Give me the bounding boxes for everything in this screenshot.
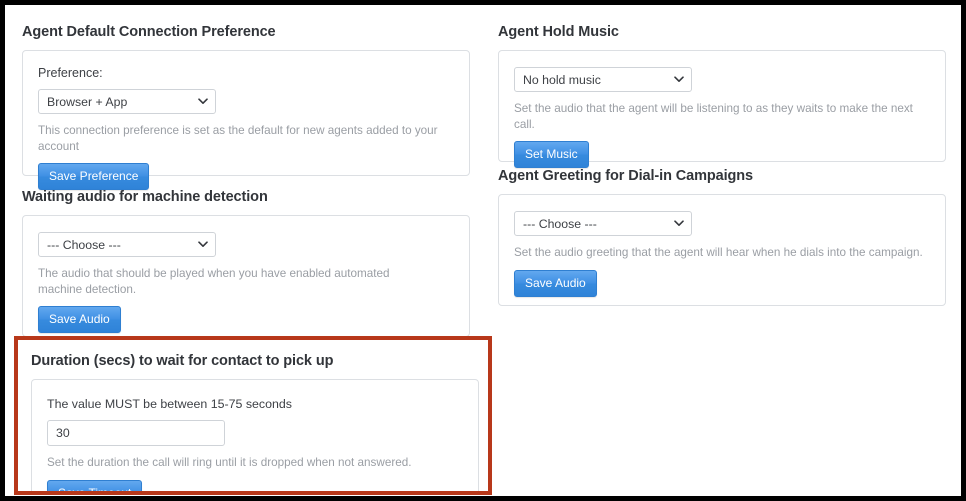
connection-preference-card: Preference: Browser + App This connectio… xyxy=(22,50,470,190)
section-agent-default-connection-preference: Agent Default Connection Preference Pref… xyxy=(5,23,523,190)
agent-greeting-select-wrap: --- Choose --- xyxy=(514,211,692,236)
highlighted-region-duration: Duration (secs) to wait for contact to p… xyxy=(14,336,492,495)
duration-seconds-input[interactable] xyxy=(47,420,225,446)
save-audio-machine-detection-button[interactable]: Save Audio xyxy=(38,306,121,333)
set-music-button[interactable]: Set Music xyxy=(514,141,589,168)
hold-music-select[interactable]: No hold music xyxy=(514,67,692,92)
section-title: Agent Greeting for Dial-in Campaigns xyxy=(498,168,754,184)
left-column: Agent Default Connection Preference Pref… xyxy=(5,5,492,496)
section-waiting-audio-machine-detection: Waiting audio for machine detection --- … xyxy=(5,188,523,337)
duration-card: The value MUST be between 15-75 seconds … xyxy=(31,379,479,491)
duration-help-text: Set the duration the call will ring unti… xyxy=(47,456,412,469)
hold-music-select-wrap: No hold music xyxy=(514,67,692,92)
machine-detection-help-text: The audio that should be played when you… xyxy=(38,267,390,296)
machine-detection-card: --- Choose --- The audio that should be … xyxy=(22,215,470,337)
agent-greeting-card: --- Choose --- Set the audio greeting th… xyxy=(498,194,946,306)
duration-field-label: The value MUST be between 15-75 seconds xyxy=(47,397,292,411)
preference-select-wrap: Browser + App xyxy=(38,89,216,114)
section-title: Duration (secs) to wait for contact to p… xyxy=(31,353,334,369)
right-column: Agent Hold Music No hold music Set the a… xyxy=(489,5,961,496)
section-title: Agent Hold Music xyxy=(498,24,619,40)
preference-help-text: This connection preference is set as the… xyxy=(38,124,438,153)
preference-select[interactable]: Browser + App xyxy=(38,89,216,114)
save-audio-greeting-button[interactable]: Save Audio xyxy=(514,269,597,297)
section-duration-wait-contact-pickup: Duration (secs) to wait for contact to p… xyxy=(18,340,488,491)
section-title: Waiting audio for machine detection xyxy=(22,189,268,205)
section-agent-hold-music: Agent Hold Music No hold music Set the a… xyxy=(489,23,961,168)
settings-page: Agent Default Connection Preference Pref… xyxy=(5,5,961,496)
machine-detection-select-wrap: --- Choose --- xyxy=(38,232,216,257)
machine-detection-audio-select[interactable]: --- Choose --- xyxy=(38,232,216,257)
hold-music-card: No hold music Set the audio that the age… xyxy=(498,50,946,168)
two-column-layout: Agent Default Connection Preference Pref… xyxy=(5,5,961,496)
agent-greeting-select[interactable]: --- Choose --- xyxy=(514,211,692,236)
hold-music-help-text: Set the audio that the agent will be lis… xyxy=(514,102,913,131)
section-title: Agent Default Connection Preference xyxy=(22,24,276,40)
save-preference-button[interactable]: Save Preference xyxy=(38,163,150,190)
section-agent-greeting-dialin-campaigns: Agent Greeting for Dial-in Campaigns ---… xyxy=(489,167,961,306)
preference-field-label: Preference: xyxy=(38,66,103,80)
agent-greeting-help-text: Set the audio greeting that the agent wi… xyxy=(514,246,923,259)
save-timeout-button[interactable]: Save Timeout xyxy=(47,479,143,491)
